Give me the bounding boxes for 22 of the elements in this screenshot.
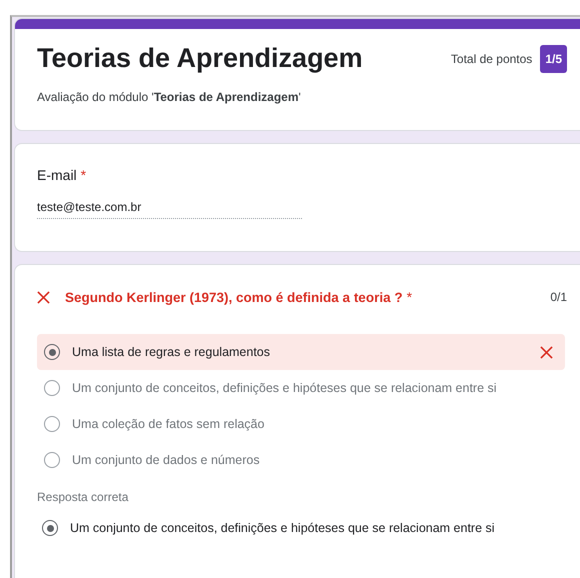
option-label: Uma lista de regras e regulamentos (72, 345, 270, 359)
radio-button[interactable] (44, 452, 60, 468)
points-badge: 1/5 (540, 44, 567, 72)
close-icon (540, 346, 553, 358)
question-text: Segundo Kerlinger (1973), como é definida a teoria ? (65, 290, 403, 304)
radio-button[interactable] (44, 416, 60, 432)
correct-answer-label: Resposta correta (37, 490, 130, 504)
option-label: Um conjunto de conceitos, definições e hipóteses que se relacionam entre si (70, 521, 495, 535)
required-mark: * (406, 289, 412, 305)
radio-button[interactable] (44, 344, 60, 360)
email-field[interactable]: teste@teste.com.br (37, 200, 302, 219)
option-label: Um conjunto de conceitos, definições e hipóteses que se relacionam entre si (72, 381, 497, 395)
option-label: Um conjunto de dados e números (72, 453, 260, 467)
radio-button[interactable] (42, 520, 58, 536)
form-description: Avaliação do módulo 'Teorias de Aprendizagem' (37, 90, 302, 104)
question-score: 0/1 (550, 290, 567, 304)
radio-button[interactable] (44, 380, 60, 396)
points-label: Total de pontos (450, 52, 532, 66)
field-label: E-mail (37, 167, 77, 183)
option-label: Uma coleção de fatos sem relação (72, 417, 264, 431)
form-title: Teorias de Aprendizagem (37, 43, 363, 74)
required-mark: * (80, 167, 86, 183)
